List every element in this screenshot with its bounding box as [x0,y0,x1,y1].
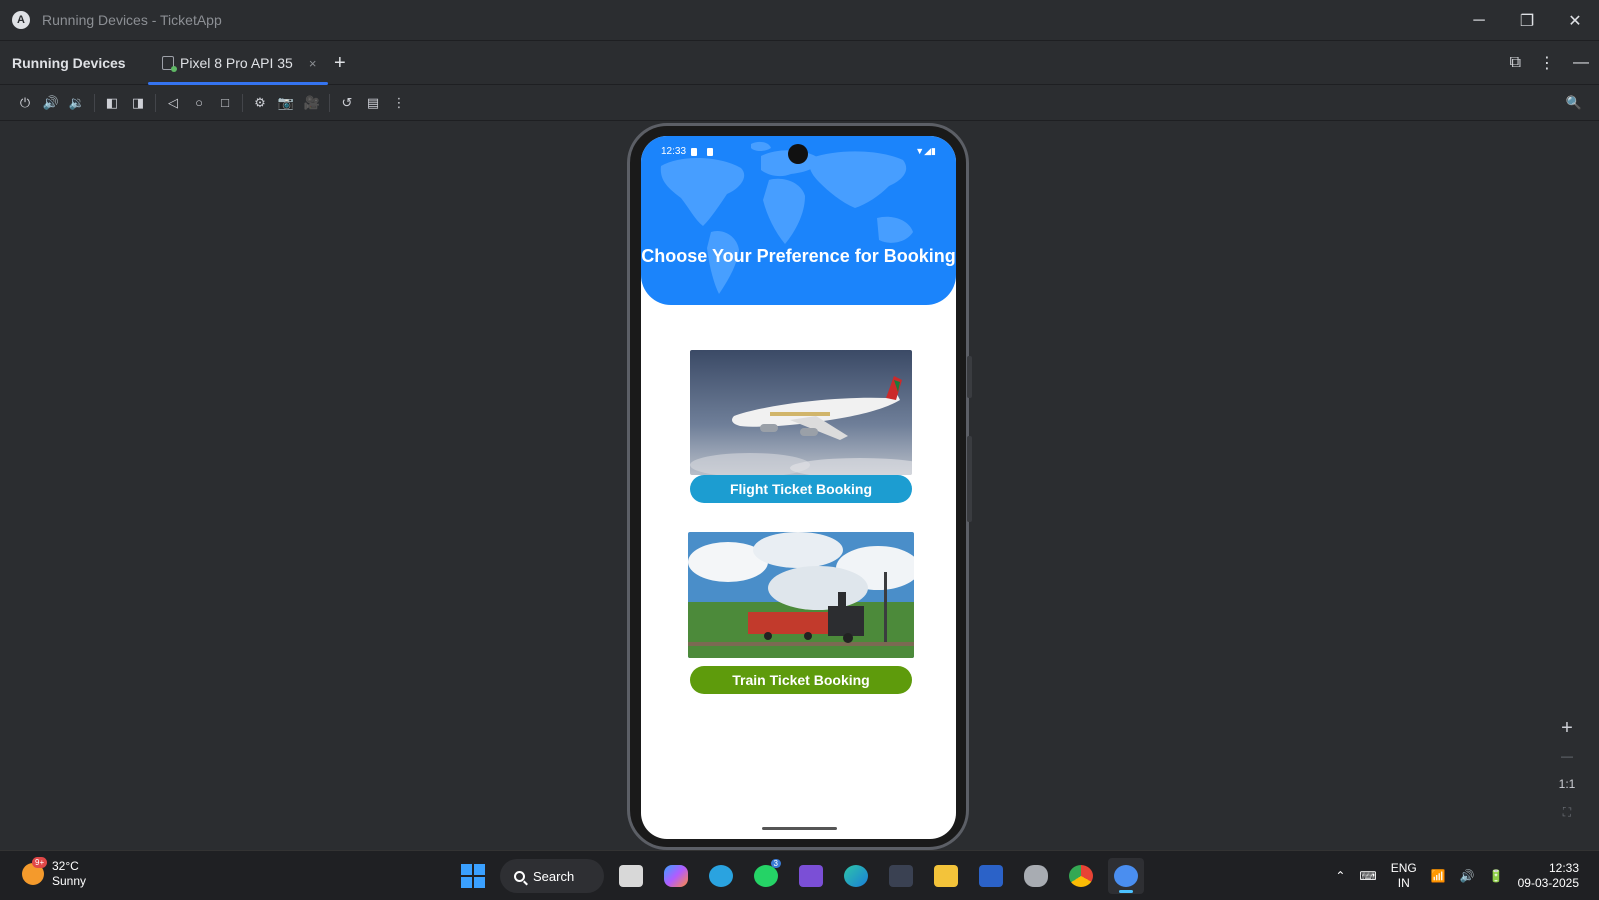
flight-image[interactable] [690,350,912,475]
weather-temp: 32°C [52,859,79,873]
weather-badge: 9+ [32,857,48,868]
reset-icon[interactable]: ↺ [334,90,360,116]
rotate-right-icon[interactable]: ◨ [125,90,151,116]
clock-date: 09-03-2025 [1517,876,1579,890]
battery-icon[interactable]: 🔋 [1489,869,1504,883]
more-options-icon[interactable]: ⋮ [1539,53,1555,73]
zoom-actual-size-button[interactable]: 1:1 [1559,772,1576,796]
mirror-settings-icon[interactable]: ▤ [360,90,386,116]
volume-icon[interactable]: 🔊 [1460,869,1475,883]
zoom-fit-icon[interactable]: ⛶ [1563,800,1571,824]
minimize-button[interactable]: ─ [1455,0,1503,41]
gesture-home-bar[interactable] [762,827,837,830]
weather-widget[interactable]: 9+ 32°C Sunny [22,857,86,889]
hide-panel-icon[interactable]: — [1573,54,1589,72]
windows-taskbar: 9+ 32°C Sunny Search 3 ⌃ ⌨ ENG IN 📶 🔊 🔋 … [0,850,1599,900]
android-studio-icon[interactable] [1108,858,1144,894]
front-camera [788,144,808,164]
telegram-icon[interactable] [703,858,739,894]
header-title: Choose Your Preference for Booking [641,246,956,266]
screenshot-icon[interactable]: 📷 [273,90,299,116]
panel-title: Running Devices [12,54,126,71]
flight-booking-button[interactable]: Flight Ticket Booking [690,475,912,503]
system-tray: ⌃ ⌨ ENG IN 📶 🔊 🔋 12:33 09-03-2025 [1335,857,1579,895]
toolbar-separator [329,93,330,112]
windows-logo-icon [461,864,485,888]
power-icon[interactable]: ⏻ [12,90,38,116]
running-devices-tab-bar: Running Devices Pixel 8 Pro API 35 × + ⧉… [0,41,1599,85]
weather-text: 32°C Sunny [52,859,86,889]
clock-time: 12:33 [1548,861,1579,875]
phone-screen[interactable]: 12:33 ▼◢▮ Choose Your Preference for Boo… [641,136,956,839]
database-icon[interactable] [1018,858,1054,894]
word-icon[interactable] [973,858,1009,894]
notification-icon [691,148,697,156]
phone-power-button [967,356,972,398]
whatsapp-icon[interactable]: 3 [748,858,784,894]
home-icon[interactable]: ○ [186,90,212,116]
taskbar-apps: Search 3 [455,857,1144,895]
status-time: 12:33 [661,146,687,157]
add-device-button[interactable]: + [334,41,346,85]
layout-inspector-icon[interactable]: 🔍 [1561,90,1587,116]
app-header: 12:33 ▼◢▮ Choose Your Preference for Boo… [641,136,956,305]
start-button[interactable] [455,858,491,894]
show-hidden-icons-icon[interactable]: ⌃ [1335,869,1345,883]
device-settings-icon[interactable]: ⚙ [247,90,273,116]
panel-actions: ⧉ ⋮ — [1510,41,1589,85]
toolbar-separator [94,93,95,112]
sd-card-icon [707,148,713,156]
chrome-icon[interactable] [1063,858,1099,894]
wifi-icon[interactable]: 📶 [1431,869,1446,883]
sunny-weather-icon: 9+ [22,857,48,885]
search-icon [514,870,525,882]
back-icon[interactable]: ◁ [160,90,186,116]
volume-down-icon[interactable]: 🔉 [64,90,90,116]
tab-close-button[interactable]: × [309,56,317,71]
more-actions-icon[interactable]: ⋮ [386,90,412,116]
language-indicator[interactable]: ENG IN [1391,861,1417,891]
zoom-in-button[interactable]: + [1561,716,1573,740]
toolbar-separator [155,93,156,112]
tab-label: Pixel 8 Pro API 35 [180,55,293,71]
device-icon [162,56,177,72]
keyboard-icon[interactable]: ⌨ [1359,869,1376,883]
window-title: Running Devices - TicketApp [42,12,222,28]
weather-desc: Sunny [52,874,87,888]
title-bar: A Running Devices - TicketApp ─ ❐ ✕ [0,0,1599,41]
monitor-app-icon[interactable] [883,858,919,894]
task-view-icon[interactable] [613,858,649,894]
file-explorer-icon[interactable] [928,858,964,894]
language-code: ENG [1390,861,1417,875]
android-studio-logo-icon: A [12,11,30,29]
rotate-left-icon[interactable]: ◧ [99,90,125,116]
float-window-icon[interactable]: ⧉ [1510,54,1521,72]
train-booking-button[interactable]: Train Ticket Booking [690,666,912,694]
taskbar-search[interactable]: Search [500,859,604,893]
visual-studio-icon[interactable] [793,858,829,894]
volume-up-icon[interactable]: 🔊 [38,90,64,116]
overview-icon[interactable]: □ [212,90,238,116]
region-code: IN [1397,876,1410,890]
search-label: Search [533,868,575,884]
tab-pixel-8-pro[interactable]: Pixel 8 Pro API 35 × [148,41,328,85]
toolbar-separator [242,93,243,112]
screen-record-icon[interactable]: 🎥 [299,90,325,116]
whatsapp-badge: 3 [770,859,781,868]
window-controls: ─ ❐ ✕ [1455,0,1599,41]
copilot-icon[interactable] [658,858,694,894]
restore-button[interactable]: ❐ [1503,0,1551,41]
phone-volume-button [967,436,972,522]
device-toolbar: ⏻ 🔊 🔉 ◧ ◨ ◁ ○ □ ⚙ 📷 🎥 ↺ ▤ ⋮ 🔍 [0,85,1599,121]
signal-battery-icon: ▼◢▮ [915,146,936,156]
zoom-controls: + — 1:1 ⛶ [1549,716,1585,824]
zoom-out-button[interactable]: — [1561,744,1573,768]
edge-icon[interactable] [838,858,874,894]
train-image[interactable] [688,532,914,658]
close-window-button[interactable]: ✕ [1551,0,1599,41]
clock[interactable]: 12:33 09-03-2025 [1518,861,1579,891]
